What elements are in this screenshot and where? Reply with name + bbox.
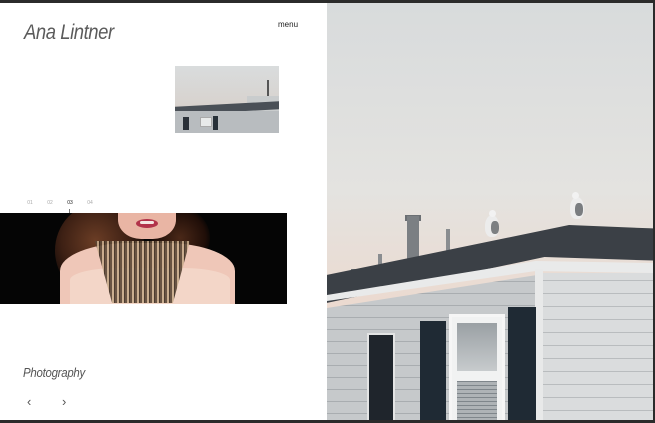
menu-button[interactable]: menu (278, 20, 298, 29)
hero-house-photo (327, 3, 653, 420)
portrait-slide-image[interactable] (0, 213, 287, 304)
category-label[interactable]: Photography (23, 365, 85, 380)
left-panel: Ana Lintner menu 01 02 03 04 Photography… (0, 3, 327, 420)
chevron-right-icon[interactable]: › (62, 395, 66, 408)
slide-indicator-04[interactable]: 04 (86, 200, 94, 206)
slide-indicator-03[interactable]: 03 (66, 200, 74, 214)
site-logo[interactable]: Ana Lintner (24, 21, 114, 45)
house-thumbnail[interactable] (175, 66, 279, 133)
slide-indicator-02[interactable]: 02 (46, 200, 54, 206)
chevron-left-icon[interactable]: ‹ (27, 395, 31, 408)
page-frame: Ana Lintner menu 01 02 03 04 Photography… (0, 0, 655, 423)
slide-indicators: 01 02 03 04 (26, 200, 94, 214)
slide-indicator-01[interactable]: 01 (26, 200, 34, 206)
